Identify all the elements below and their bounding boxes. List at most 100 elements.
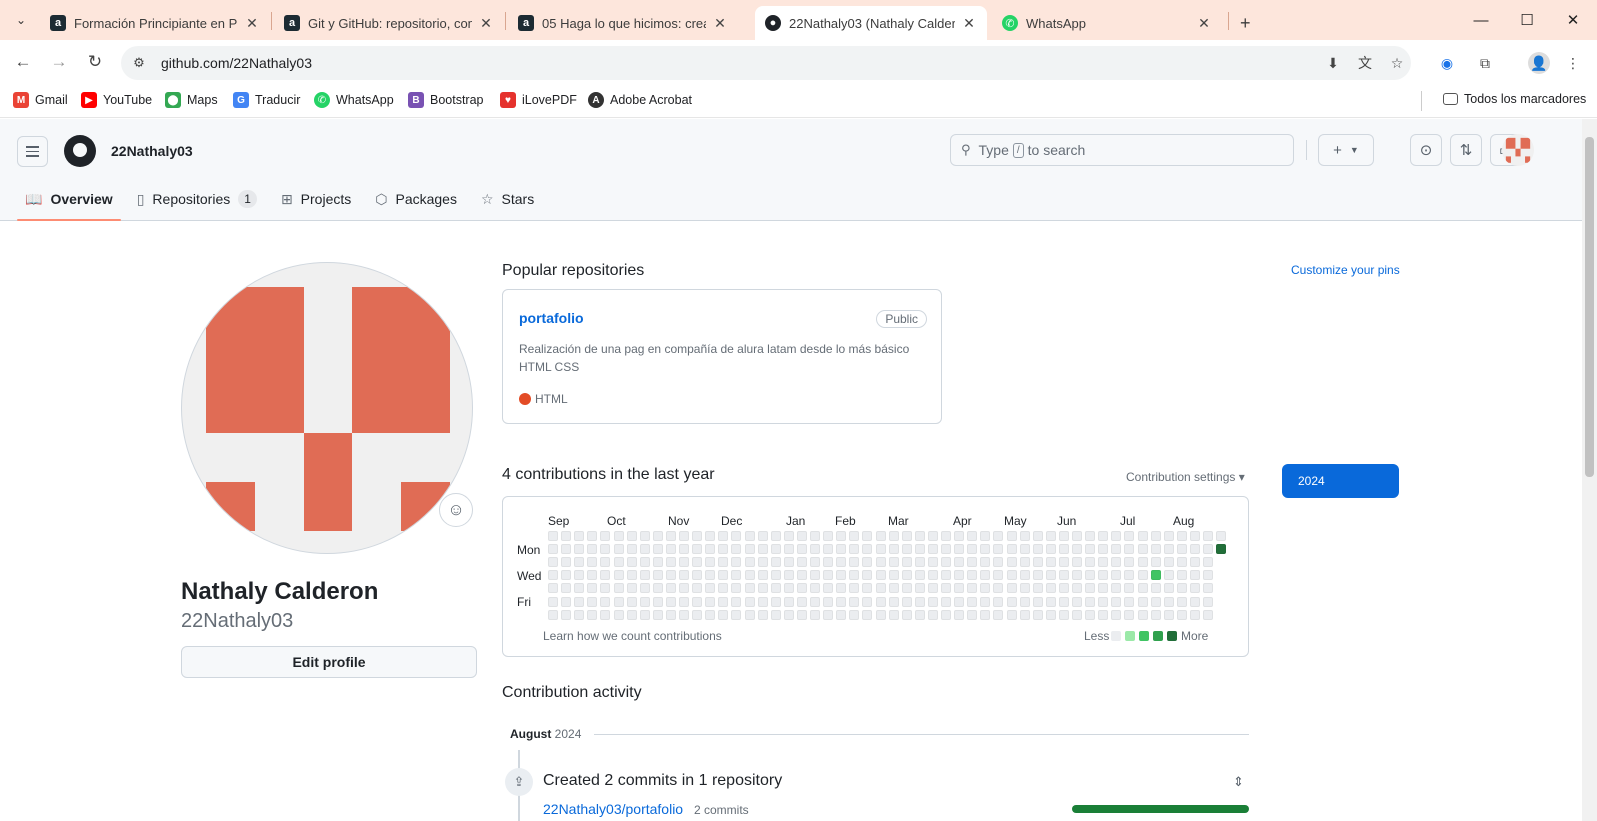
- contribution-day[interactable]: [613, 531, 624, 541]
- contribution-day[interactable]: [600, 544, 611, 555]
- contribution-day-active[interactable]: [1216, 544, 1227, 555]
- contribution-day[interactable]: [1019, 583, 1030, 594]
- contribution-day[interactable]: [1111, 609, 1122, 620]
- contribution-day[interactable]: [1189, 609, 1200, 620]
- contribution-day[interactable]: [574, 596, 585, 607]
- contribution-day[interactable]: [770, 531, 781, 541]
- contribution-day[interactable]: [1124, 609, 1135, 620]
- contribution-day[interactable]: [875, 531, 886, 541]
- contribution-day[interactable]: [665, 544, 676, 555]
- contribution-day[interactable]: [875, 583, 886, 594]
- contribution-day[interactable]: [626, 609, 637, 620]
- bookmark-star-icon[interactable]: ☆: [1386, 52, 1408, 74]
- contribution-day[interactable]: [679, 583, 689, 594]
- edit-profile-button[interactable]: Edit profile: [181, 646, 477, 678]
- contribution-day[interactable]: [1058, 570, 1069, 581]
- contribution-day[interactable]: [665, 609, 676, 620]
- profile-avatar[interactable]: [181, 262, 473, 554]
- maximize-icon[interactable]: ☐: [1504, 0, 1550, 40]
- contribution-day[interactable]: [941, 583, 951, 594]
- contribution-day[interactable]: [705, 570, 716, 581]
- activity-repo-link[interactable]: 22Nathaly03/portafolio: [543, 801, 683, 817]
- contribution-day[interactable]: [600, 583, 611, 594]
- contribution-day[interactable]: [757, 583, 768, 594]
- browser-tab-1[interactable]: a Formación Principiante en Prog ✕: [40, 6, 270, 40]
- reload-icon[interactable]: ↻: [81, 48, 109, 76]
- contribution-day[interactable]: [652, 583, 663, 594]
- contribution-day[interactable]: [679, 544, 689, 555]
- contribution-day[interactable]: [849, 531, 860, 541]
- back-icon[interactable]: ←: [9, 48, 37, 76]
- contribution-day[interactable]: [744, 531, 755, 541]
- contribution-day[interactable]: [587, 544, 598, 555]
- browser-tab-5[interactable]: ✆ WhatsApp ✕: [992, 6, 1222, 40]
- contribution-day[interactable]: [1058, 609, 1069, 620]
- contribution-day[interactable]: [770, 557, 781, 568]
- bookmark-maps[interactable]: ⬤ Maps: [165, 92, 218, 108]
- contribution-day[interactable]: [914, 583, 925, 594]
- contribution-day[interactable]: [796, 596, 807, 607]
- contribution-day[interactable]: [914, 609, 925, 620]
- contribution-day[interactable]: [823, 531, 834, 541]
- contribution-day[interactable]: [1163, 583, 1174, 594]
- contribution-day[interactable]: [901, 583, 912, 594]
- contribution-day[interactable]: [679, 596, 689, 607]
- contribution-day[interactable]: [1176, 583, 1187, 594]
- contribution-day[interactable]: [796, 583, 807, 594]
- contribution-day[interactable]: [1137, 609, 1148, 620]
- contribution-day[interactable]: [836, 609, 847, 620]
- set-status-smiley-icon[interactable]: ☺: [439, 493, 473, 527]
- issues-button[interactable]: ⊙: [1410, 134, 1442, 166]
- contribution-day[interactable]: [783, 531, 794, 541]
- contribution-day[interactable]: [888, 570, 899, 581]
- profile-avatar-icon[interactable]: 👤: [1528, 52, 1550, 74]
- contribution-day[interactable]: [849, 583, 860, 594]
- contribution-day[interactable]: [574, 570, 585, 581]
- contribution-day[interactable]: [1137, 583, 1148, 594]
- contribution-day[interactable]: [626, 557, 637, 568]
- contribution-day[interactable]: [980, 583, 991, 594]
- contribution-day[interactable]: [718, 557, 729, 568]
- hamburger-menu-button[interactable]: [17, 136, 48, 167]
- contribution-day[interactable]: [875, 557, 886, 568]
- browser-tab-4-active[interactable]: ● 22Nathaly03 (Nathaly Calderon ✕: [755, 6, 987, 40]
- contribution-day[interactable]: [652, 544, 663, 555]
- contribution-day[interactable]: [927, 557, 938, 568]
- contribution-day[interactable]: [548, 531, 558, 541]
- contribution-day[interactable]: [1045, 583, 1056, 594]
- contribution-day[interactable]: [1124, 583, 1135, 594]
- contribution-day[interactable]: [705, 544, 716, 555]
- contribution-day[interactable]: [927, 583, 938, 594]
- contribution-day[interactable]: [810, 557, 820, 568]
- contribution-day[interactable]: [665, 570, 676, 581]
- github-logo-icon[interactable]: [64, 135, 96, 167]
- contribution-day[interactable]: [1137, 596, 1148, 607]
- contribution-day[interactable]: [888, 583, 899, 594]
- contribution-day[interactable]: [1032, 609, 1043, 620]
- contribution-day[interactable]: [770, 570, 781, 581]
- contribution-day[interactable]: [783, 609, 794, 620]
- contribution-day[interactable]: [875, 596, 886, 607]
- contribution-day[interactable]: [1189, 531, 1200, 541]
- contribution-day[interactable]: [1045, 557, 1056, 568]
- contribution-day[interactable]: [1032, 596, 1043, 607]
- contribution-day[interactable]: [941, 531, 951, 541]
- contribution-day[interactable]: [1006, 596, 1017, 607]
- contribution-day[interactable]: [1124, 557, 1135, 568]
- contribution-day[interactable]: [927, 570, 938, 581]
- contribution-day[interactable]: [967, 544, 978, 555]
- user-avatar[interactable]: [1502, 134, 1534, 166]
- contribution-day[interactable]: [980, 544, 991, 555]
- contribution-day[interactable]: [718, 609, 729, 620]
- contribution-day[interactable]: [757, 570, 768, 581]
- contribution-day[interactable]: [862, 544, 873, 555]
- contribution-day[interactable]: [927, 609, 938, 620]
- contribution-day[interactable]: [731, 570, 742, 581]
- contribution-day[interactable]: [1189, 596, 1200, 607]
- contribution-day[interactable]: [587, 609, 598, 620]
- customize-pins-link[interactable]: Customize your pins: [1291, 263, 1400, 277]
- contribution-day[interactable]: [927, 531, 938, 541]
- contribution-day[interactable]: [613, 609, 624, 620]
- contribution-day[interactable]: [744, 596, 755, 607]
- contribution-day[interactable]: [692, 557, 703, 568]
